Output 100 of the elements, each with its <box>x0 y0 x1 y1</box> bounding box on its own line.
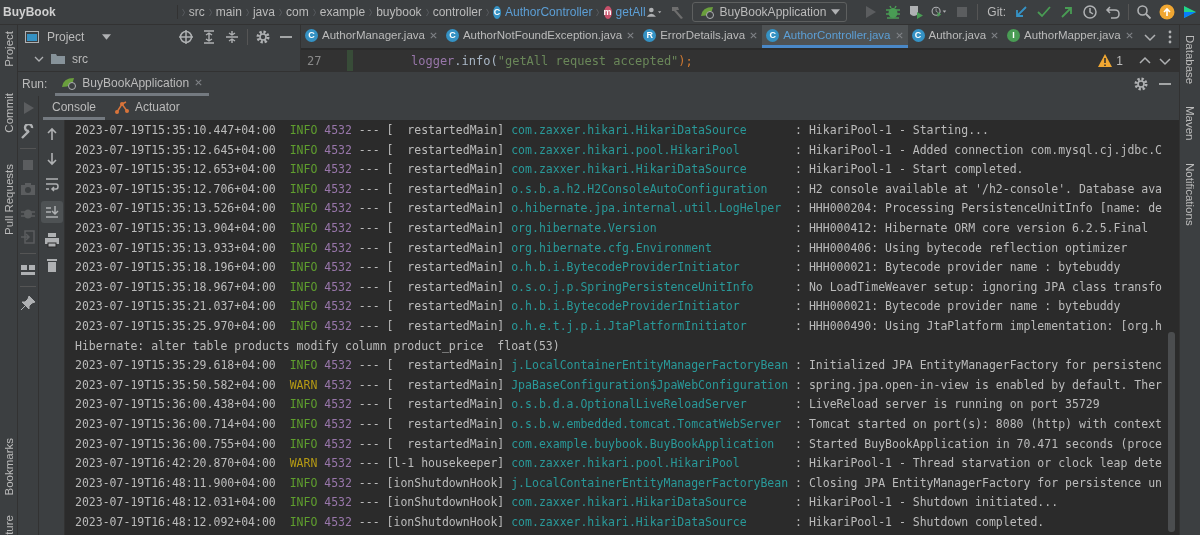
type-icon: C <box>493 5 502 19</box>
editor-tab[interactable]: R ErrorDetails.java <box>639 25 763 48</box>
log-timestamp: 2023-07-19T15:36:00.714+04:00 <box>75 415 276 433</box>
breadcrumb-item[interactable]: src <box>188 5 205 19</box>
log-level: INFO <box>289 317 318 335</box>
editor-tab[interactable]: C AuthorNotFoundException.java <box>441 25 640 48</box>
debug-icon[interactable] <box>885 4 902 20</box>
locate-icon[interactable] <box>178 28 194 45</box>
console-tab[interactable]: Actuator <box>105 96 189 120</box>
tool-window-label[interactable]: Bookmarks <box>2 437 15 496</box>
process-id: 4532 <box>324 435 352 453</box>
arrow-down-left-icon[interactable] <box>1013 4 1029 20</box>
settings-icon[interactable] <box>255 28 271 45</box>
editor-tab[interactable]: I AuthorMapper.java <box>1003 25 1138 48</box>
log-timestamp: 2023-07-19T15:36:00.438+04:00 <box>75 396 276 414</box>
log-timestamp: 2023-07-19T16:48:12.031+04:00 <box>75 494 276 512</box>
editor-tab[interactable]: C AuthorManager.java <box>301 25 442 48</box>
tool-window-label[interactable]: Commit <box>2 92 15 133</box>
soft-wrap-icon[interactable] <box>43 176 60 192</box>
breadcrumb-item[interactable]: buybook <box>376 5 422 19</box>
close-icon[interactable] <box>428 30 438 40</box>
log-timestamp: 2023-07-19T15:35:18.967+04:00 <box>75 278 276 296</box>
breadcrumb-item[interactable]: AuthorController <box>505 5 593 19</box>
close-icon[interactable] <box>194 78 204 87</box>
checkmark-icon[interactable] <box>1036 4 1052 20</box>
tool-window-label[interactable]: ture <box>2 515 15 535</box>
arrow-up-right-icon[interactable] <box>1059 4 1075 20</box>
tool-window-label[interactable]: Pull Requests <box>2 164 15 236</box>
leaf-icon <box>698 4 715 20</box>
log-timestamp: 2023-07-19T16:42:20.870+04:00 <box>75 455 276 473</box>
breadcrumb-item[interactable]: main <box>215 5 242 19</box>
close-icon[interactable] <box>626 30 636 40</box>
layout-icon[interactable] <box>20 262 36 278</box>
logger-name: o.s.b.d.a.OptionalLiveReloadServer <box>511 396 748 414</box>
warning-count[interactable]: 1 <box>1097 52 1123 69</box>
process-id: 4532 <box>324 200 352 218</box>
coverage-icon[interactable] <box>908 4 925 20</box>
logger-name: JpaBaseConfiguration$JpaWebConfiguration <box>511 376 789 394</box>
breadcrumb-item[interactable]: java <box>252 5 275 19</box>
clock-icon[interactable] <box>1082 4 1098 20</box>
project-view-dropdown[interactable]: Project <box>47 29 112 44</box>
thread-name: --- [ restartedMain] <box>358 317 505 335</box>
tree-item[interactable]: src <box>72 52 88 66</box>
wrench-icon[interactable] <box>20 124 36 140</box>
thread-name: --- [ionShutdownHook] <box>358 474 505 492</box>
log-level: INFO <box>289 415 318 433</box>
thread-name: --- [ restartedMain] <box>358 415 505 433</box>
breadcrumb-item[interactable]: com <box>286 5 309 19</box>
settings-icon[interactable] <box>1133 76 1149 92</box>
run-configuration-dropdown[interactable]: BuyBookApplication <box>691 2 848 22</box>
search-icon[interactable] <box>1136 4 1152 20</box>
type-icon: m <box>603 5 612 19</box>
log-timestamp: 2023-07-19T15:35:29.618+04:00 <box>75 357 276 375</box>
thread-name: --- [ restartedMain] <box>358 180 505 198</box>
breadcrumb-item[interactable]: example <box>319 5 366 19</box>
editor-tab[interactable]: C AuthorController.java <box>762 25 908 48</box>
app-logo-icon[interactable] <box>1182 4 1198 20</box>
tool-window-label[interactable]: Maven <box>1184 106 1196 141</box>
process-id: 4532 <box>324 376 352 394</box>
breadcrumb-item[interactable]: controller <box>432 5 482 19</box>
thread-name: --- [ restartedMain] <box>358 298 505 316</box>
editor-tab[interactable]: C Author.java <box>907 25 1004 48</box>
collapse-all-icon[interactable] <box>224 28 240 45</box>
log-timestamp: 2023-07-19T16:48:11.900+04:00 <box>75 474 276 492</box>
breadcrumb-item[interactable]: BuyBook <box>3 5 178 19</box>
type-icon: C <box>766 28 780 42</box>
thread-name: --- [l-1 housekeeper] <box>358 455 505 473</box>
thread-name: --- [ restartedMain] <box>358 435 505 453</box>
logger-name: o.s.b.w.embedded.tomcat.TomcatWebServer <box>511 415 783 433</box>
process-id: 4532 <box>324 219 352 237</box>
log-message: : Started BuyBookApplication in 70.471 seconds (proce <box>795 435 1162 453</box>
thread-name: --- [ restartedMain] <box>358 219 505 237</box>
log-message: : HHH000021: Bytecode provider name : bytebuddy <box>795 298 1121 316</box>
thread-name: --- [ restartedMain] <box>358 161 505 179</box>
undo-icon[interactable] <box>1105 4 1121 20</box>
pin-icon[interactable] <box>20 295 36 311</box>
close-icon[interactable] <box>990 30 1000 40</box>
logger-name: com.example.buybook.BuyBookApplication <box>511 435 776 453</box>
tool-window-label[interactable]: Database <box>1184 35 1196 85</box>
process-id: 4532 <box>324 141 352 159</box>
logger-name: com.zaxxer.hikari.pool.HikariPool <box>511 141 741 159</box>
log-timestamp: 2023-07-19T15:35:18.196+04:00 <box>75 259 276 277</box>
close-icon[interactable] <box>749 30 759 40</box>
chevron-icon[interactable] <box>34 54 44 64</box>
update-icon[interactable] <box>1159 4 1175 20</box>
close-icon[interactable] <box>1124 30 1134 40</box>
print-icon[interactable] <box>43 232 60 248</box>
log-message: : HikariPool-1 - Shutdown completed. <box>795 513 1045 531</box>
tool-window-label[interactable]: Project <box>2 31 15 67</box>
breadcrumb-item[interactable]: getAll <box>615 5 646 19</box>
scroll-to-end-toggle[interactable] <box>40 201 63 223</box>
tool-window-label[interactable]: Notifications <box>1184 162 1196 226</box>
expand-all-icon[interactable] <box>201 28 217 45</box>
logger-name: j.LocalContainerEntityManagerFactoryBean <box>511 474 789 492</box>
scrollbar[interactable] <box>1168 332 1175 532</box>
log-level: INFO <box>289 396 318 414</box>
log-message: : LiveReload server is running on port 35729 <box>795 396 1100 414</box>
log-timestamp: 2023-07-19T15:35:12.653+04:00 <box>75 161 276 179</box>
logger-name: o.s.b.a.h2.H2ConsoleAutoConfiguration <box>511 180 769 198</box>
caret-icon <box>102 33 112 40</box>
